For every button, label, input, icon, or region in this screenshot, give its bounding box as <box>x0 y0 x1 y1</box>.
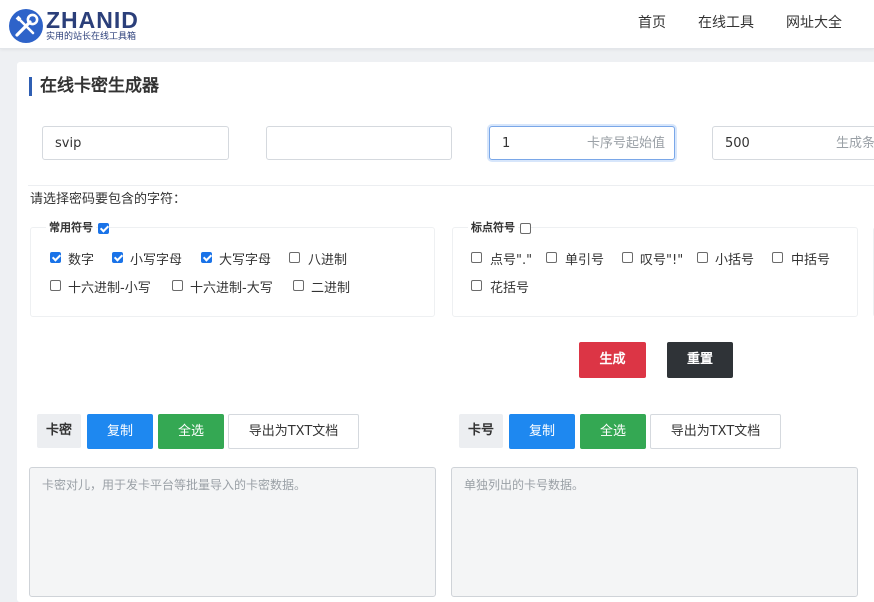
nav-sites-link[interactable]: 网址大全 <box>786 14 842 32</box>
common-symbols-toggle-checkbox[interactable] <box>98 223 109 234</box>
exclamation-label[interactable]: 叹号"!" <box>640 253 683 269</box>
logo-text[interactable]: ZHANID <box>46 8 139 32</box>
uppercase-label[interactable]: 大写字母 <box>219 253 271 269</box>
common-symbols-group <box>30 227 435 317</box>
page-title: 在线卡密生成器 <box>40 76 159 96</box>
hex-upper-checkbox[interactable] <box>172 280 183 291</box>
charset-label: 请选择密码要包含的字符： <box>30 192 187 207</box>
dot-checkbox[interactable] <box>471 252 482 263</box>
dot-label[interactable]: 点号"." <box>490 253 532 269</box>
parentheses-label[interactable]: 小括号 <box>715 253 754 269</box>
hex-lower-checkbox[interactable] <box>50 280 61 291</box>
uppercase-checkbox[interactable] <box>201 252 212 263</box>
copy-card-keys-button[interactable]: 复制 <box>87 414 153 449</box>
card-number-tag: 卡号 <box>459 414 503 448</box>
brackets-checkbox[interactable] <box>772 252 783 263</box>
card-keys-textarea[interactable] <box>29 467 436 597</box>
prefix-input[interactable] <box>42 126 229 160</box>
punctuation-toggle-checkbox[interactable] <box>520 223 531 234</box>
title-accent-bar <box>29 77 32 96</box>
lowercase-label[interactable]: 小写字母 <box>130 253 182 269</box>
parentheses-checkbox[interactable] <box>697 252 708 263</box>
digits-checkbox[interactable] <box>50 252 61 263</box>
lowercase-checkbox[interactable] <box>112 252 123 263</box>
select-all-card-keys-button[interactable]: 全选 <box>158 414 224 449</box>
octal-checkbox[interactable] <box>289 252 300 263</box>
single-quote-checkbox[interactable] <box>546 252 557 263</box>
single-quote-label[interactable]: 单引号 <box>565 253 604 269</box>
brackets-label[interactable]: 中括号 <box>791 253 830 269</box>
card-key-tag: 卡密 <box>37 414 81 448</box>
braces-label[interactable]: 花括号 <box>490 281 529 297</box>
punctuation-group <box>452 227 858 317</box>
count-input[interactable] <box>712 126 874 160</box>
copy-card-numbers-button[interactable]: 复制 <box>509 414 575 449</box>
binary-label[interactable]: 二进制 <box>311 281 350 297</box>
exclamation-checkbox[interactable] <box>622 252 633 263</box>
top-header: ZHANID 实用的站长在线工具箱 首页 在线工具 网址大全 <box>0 0 874 49</box>
reset-button[interactable]: 重置 <box>667 342 733 378</box>
select-all-card-numbers-button[interactable]: 全选 <box>580 414 646 449</box>
hex-lower-label[interactable]: 十六进制-小写 <box>68 281 151 297</box>
braces-checkbox[interactable] <box>471 280 482 291</box>
separator-input[interactable] <box>266 126 452 160</box>
wrench-logo-icon[interactable] <box>8 8 44 44</box>
binary-checkbox[interactable] <box>293 280 304 291</box>
section-divider <box>28 185 874 186</box>
punctuation-legend: 标点符号 <box>468 220 518 236</box>
export-card-keys-txt-button[interactable]: 导出为TXT文档 <box>228 414 359 449</box>
hex-upper-label[interactable]: 十六进制-大写 <box>190 281 273 297</box>
digits-label[interactable]: 数字 <box>68 253 94 269</box>
card-numbers-textarea[interactable] <box>451 467 858 597</box>
nav-home-link[interactable]: 首页 <box>638 14 666 32</box>
export-card-numbers-txt-button[interactable]: 导出为TXT文档 <box>650 414 781 449</box>
nav-tools-link[interactable]: 在线工具 <box>698 14 754 32</box>
start-number-input[interactable] <box>489 126 675 160</box>
generate-button[interactable]: 生成 <box>579 342 646 378</box>
octal-label[interactable]: 八进制 <box>308 253 347 269</box>
logo-subtitle: 实用的站长在线工具箱 <box>46 32 137 42</box>
common-symbols-legend: 常用符号 <box>46 220 96 236</box>
